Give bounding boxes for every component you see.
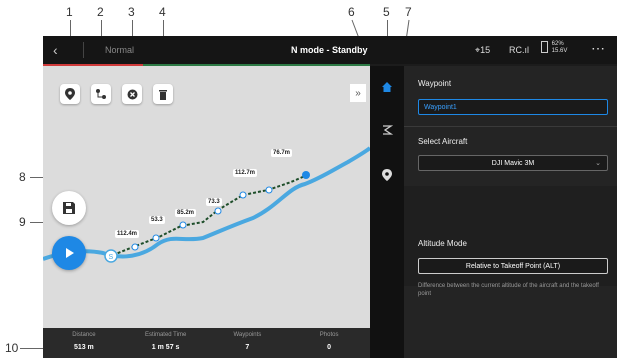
stat-value: 513 m (73, 344, 94, 351)
callout-10: 10 (5, 341, 19, 355)
waypoint-marker (214, 207, 222, 215)
callout-2: 2 (97, 5, 104, 19)
altitude-mode-description: Difference between the current altitude … (418, 283, 599, 297)
waypoint-marker (152, 234, 160, 242)
waypoint-name-field[interactable]: Waypoint1 (418, 99, 608, 115)
waypoint-section-title: Waypoint (418, 79, 452, 88)
app-screen: ‹ Normal N mode - Standby ⌖15 RC.ıl 62% … (43, 36, 617, 358)
waypoint-marker (239, 191, 247, 199)
battery-icon (541, 41, 548, 53)
route-icon (383, 125, 393, 135)
settings-icon-bar (370, 66, 404, 358)
home-tab[interactable] (378, 78, 396, 96)
stat-label: Photos (319, 332, 339, 338)
battery-percent: 62% (551, 41, 564, 47)
battery-indicator: 62% 15.6V (541, 41, 567, 55)
waypoint-pin-icon (65, 88, 75, 100)
stat-value: 0 (327, 344, 332, 351)
aircraft-select-value: DJI Mavic 3M (491, 160, 535, 167)
callout-4: 4 (159, 5, 166, 19)
chevron-down-icon: ⌄ (595, 160, 601, 167)
callout-1: 1 (66, 5, 73, 19)
aircraft-section-title: Select Aircraft (418, 137, 468, 146)
route-settings-button[interactable] (91, 84, 111, 104)
segment-label: 76.7m (271, 149, 293, 157)
trash-icon (159, 90, 167, 100)
stat-value: 1 m 57 s (151, 344, 180, 351)
topbar-divider (83, 42, 84, 58)
stat-photos: Photos 0 (288, 328, 370, 358)
start-marker-label: S (109, 254, 114, 261)
segment-label: 112.4m (115, 230, 140, 238)
delete-circle-icon (127, 89, 137, 99)
map-route-svg: S (43, 146, 370, 263)
battery-voltage: 15.6V (551, 48, 568, 54)
stat-distance: Distance 513 m (43, 328, 125, 358)
altitude-section-title: Altitude Mode (418, 239, 467, 248)
flight-mode-label: Normal (105, 45, 135, 55)
rc-signal-indicator: RC.ıl (509, 45, 529, 55)
map-view[interactable]: S 76.7m 112.7m 73.3 85.2m 53.3 112.4m » (43, 66, 370, 328)
callout-7: 7 (405, 5, 412, 19)
stat-label: Estimated Time (144, 332, 187, 338)
gps-indicator: ⌖15 (475, 45, 491, 55)
stat-value: 7 (245, 344, 250, 351)
segment-label: 73.3 (206, 198, 222, 206)
segment-label: 53.3 (149, 216, 165, 224)
waypoint-settings-panel: Waypoint Waypoint1 Select Aircraft DJI M… (404, 66, 617, 358)
save-button[interactable] (52, 191, 86, 225)
stat-label: Distance (72, 332, 96, 338)
route-settings-icon (96, 89, 106, 99)
route-tab[interactable] (378, 121, 396, 139)
play-icon (66, 248, 74, 258)
callout-8: 8 (19, 170, 26, 184)
panel-divider (404, 126, 617, 127)
callout-5: 5 (383, 5, 390, 19)
waypoint-icon (382, 169, 392, 181)
home-icon (382, 82, 392, 92)
more-icon[interactable]: ⋯ (591, 40, 605, 57)
top-status-bar: ‹ Normal N mode - Standby ⌖15 RC.ıl 62% … (43, 36, 617, 64)
back-button[interactable]: ‹ (53, 42, 58, 58)
add-waypoint-button[interactable] (60, 84, 80, 104)
stat-label: Waypoints (233, 332, 262, 338)
route-line (112, 175, 306, 256)
callout-6: 6 (348, 5, 355, 19)
segment-label: 85.2m (175, 209, 197, 217)
collapse-panel-button[interactable]: » (350, 84, 366, 102)
aircraft-select[interactable]: DJI Mavic 3M ⌄ (418, 155, 608, 171)
callout-9: 9 (19, 215, 26, 229)
clear-route-button[interactable] (122, 84, 142, 104)
start-mission-button[interactable] (52, 236, 86, 270)
save-icon (63, 202, 75, 214)
waypoint-marker-7 (302, 171, 310, 179)
callout-3: 3 (128, 5, 135, 19)
waypoint-marker (131, 243, 139, 251)
mission-stats-bar: Distance 513 m Estimated Time 1 m 57 s Way… (43, 328, 370, 358)
waypoint-marker (265, 186, 273, 194)
aircraft-status: N mode - Standby (291, 45, 368, 55)
stat-waypoints: Waypoints 7 (207, 328, 289, 358)
segment-label: 112.7m (233, 169, 258, 177)
waypoint-marker (179, 221, 187, 229)
callout-line-10 (20, 348, 43, 349)
stat-estimated-time: Estimated Time 1 m 57 s (125, 328, 207, 358)
waypoint-tab[interactable] (378, 166, 396, 184)
delete-waypoint-button[interactable] (153, 84, 173, 104)
altitude-mode-button[interactable]: Relative to Takeoff Point (ALT) (418, 258, 608, 274)
